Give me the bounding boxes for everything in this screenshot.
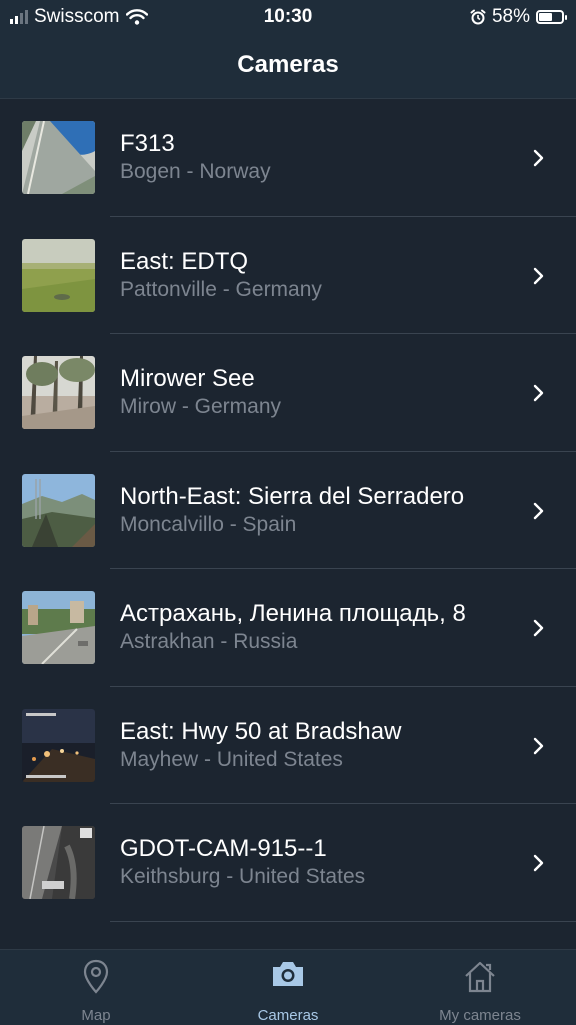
chevron-right-icon [533,502,544,519]
camera-thumbnail [22,708,95,782]
map-pin-icon [83,959,109,994]
camera-thumbnail [22,121,95,194]
page-title: Cameras [237,51,339,78]
camera-thumbnail [22,826,95,899]
camera-row-f313[interactable]: F313 Bogen - Norway [0,99,576,217]
camera-title: GDOT-CAM-915--1 [120,835,327,862]
navigation-bar: Cameras [0,36,576,99]
battery-icon [536,10,567,24]
camera-row-astrakhan[interactable]: Астрахань, Ленина площадь, 8 Astrakhan -… [0,569,576,687]
chevron-right-icon [533,737,544,754]
tab-label: Map [81,1007,111,1024]
camera-location: Mayhew - United States [120,747,343,771]
camera-list[interactable]: F313 Bogen - Norway East: EDTQ Pattonvil… [0,99,576,949]
camera-location: Keithsburg - United States [120,865,366,888]
camera-title: Астрахань, Ленина площадь, 8 [120,600,466,627]
chevron-right-icon [533,384,544,402]
camera-row-gdot-cam-915[interactable]: GDOT-CAM-915--1 Keithsburg - United Stat… [0,804,576,922]
camera-title: East: Hwy 50 at Bradshaw [120,717,402,745]
status-right: 58% [470,6,567,28]
tab-cameras[interactable]: Cameras [192,950,384,1025]
camera-location: Mirow - Germany [120,395,282,418]
camera-thumbnail [22,238,95,312]
camera-location: Astrakhan - Russia [120,630,298,653]
camera-row-sierra-del-serradero[interactable]: North-East: Sierra del Serradero Moncalv… [0,452,576,570]
chevron-right-icon [533,854,544,872]
camera-title: North-East: Sierra del Serradero [120,482,465,510]
camera-row-edtq[interactable]: East: EDTQ Pattonville - Germany [0,217,576,335]
chevron-right-icon [533,619,544,637]
camera-row-hwy-50-bradshaw[interactable]: East: Hwy 50 at Bradshaw Mayhew - United… [0,687,576,805]
camera-location: Bogen - Norway [120,160,271,183]
camera-thumbnail [22,356,95,429]
tab-bar: Map Cameras My cameras [0,949,576,1025]
alarm-icon [470,9,486,25]
tab-map[interactable]: Map [0,950,192,1025]
battery-percent: 58% [491,6,530,27]
camera-icon [273,962,303,986]
chevron-right-icon [533,149,544,167]
tab-my-cameras[interactable]: My cameras [384,950,576,1025]
camera-thumbnail [22,473,95,547]
camera-row-mirower-see[interactable]: Mirower See Mirow - Germany [0,334,576,452]
home-icon [465,961,495,993]
tab-label: Cameras [257,1007,319,1024]
camera-title: F313 [120,130,175,157]
camera-location: Pattonville - Germany [120,277,322,301]
camera-title: East: EDTQ [120,247,249,275]
status-bar: Swisscom 10:30 58% [0,0,576,36]
tab-label: My cameras [439,1007,521,1024]
chevron-right-icon [533,267,544,284]
camera-location: Moncalvillo - Spain [120,512,297,536]
camera-thumbnail [22,591,95,664]
camera-title: Mirower See [120,365,255,392]
